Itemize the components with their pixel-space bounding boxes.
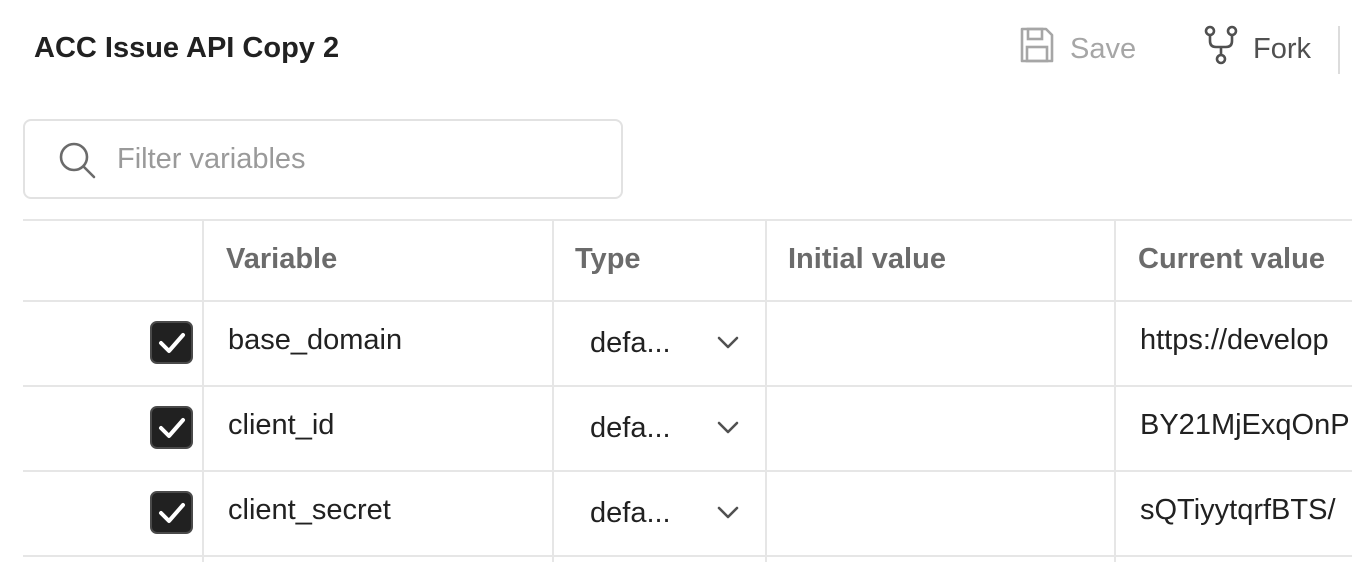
type-select-value: defa... <box>590 326 671 359</box>
type-select-value: defa... <box>590 411 671 444</box>
current-value-cell[interactable]: https://develop <box>1140 324 1352 357</box>
variable-name[interactable]: client_secret <box>228 494 391 527</box>
current-value-cell[interactable]: BY21MjExqOnP <box>1140 409 1352 442</box>
variables-table: Variable Type Initial value Current valu… <box>23 219 1352 562</box>
variable-name[interactable]: client_id <box>228 409 334 442</box>
type-select-value: defa... <box>590 496 671 529</box>
variable-name[interactable]: base_domain <box>228 324 402 357</box>
table-header-row: Variable Type Initial value Current valu… <box>23 221 1352 302</box>
column-header-variable: Variable <box>226 243 338 275</box>
search-icon <box>57 140 97 185</box>
type-select[interactable]: defa... <box>590 318 770 368</box>
filter-variables-input[interactable] <box>117 135 597 183</box>
filter-box <box>23 119 623 199</box>
toolbar-divider <box>1338 26 1340 74</box>
chevron-down-icon <box>717 336 739 349</box>
page-title: ACC Issue API Copy 2 <box>34 32 340 64</box>
column-header-current-value: Current value <box>1138 243 1325 275</box>
fork-button-label: Fork <box>1253 32 1311 65</box>
row-enabled-checkbox[interactable] <box>150 406 193 449</box>
current-value-cell[interactable]: sQTiyytqrfBTS/ <box>1140 494 1352 527</box>
checkmark-icon <box>158 332 185 353</box>
save-button[interactable]: Save <box>1018 26 1136 72</box>
table-row: client_id defa... BY21MjExqOnP <box>23 387 1352 472</box>
checkmark-icon <box>158 502 185 523</box>
table-row: client_secret defa... sQTiyytqrfBTS/ <box>23 472 1352 557</box>
table-row: base_domain defa... https://develop <box>23 302 1352 387</box>
row-enabled-checkbox[interactable] <box>150 491 193 534</box>
chevron-down-icon <box>717 421 739 434</box>
chevron-down-icon <box>717 506 739 519</box>
table-row <box>23 557 1352 567</box>
floppy-disk-icon <box>1018 25 1056 73</box>
type-select[interactable]: defa... <box>590 488 770 538</box>
type-select[interactable]: defa... <box>590 403 770 453</box>
row-enabled-checkbox[interactable] <box>150 321 193 364</box>
fork-button[interactable]: Fork <box>1203 25 1311 73</box>
column-header-type: Type <box>575 243 641 275</box>
save-button-label: Save <box>1070 32 1137 65</box>
checkmark-icon <box>158 417 185 438</box>
column-header-initial-value: Initial value <box>788 243 946 275</box>
fork-icon <box>1203 25 1239 73</box>
